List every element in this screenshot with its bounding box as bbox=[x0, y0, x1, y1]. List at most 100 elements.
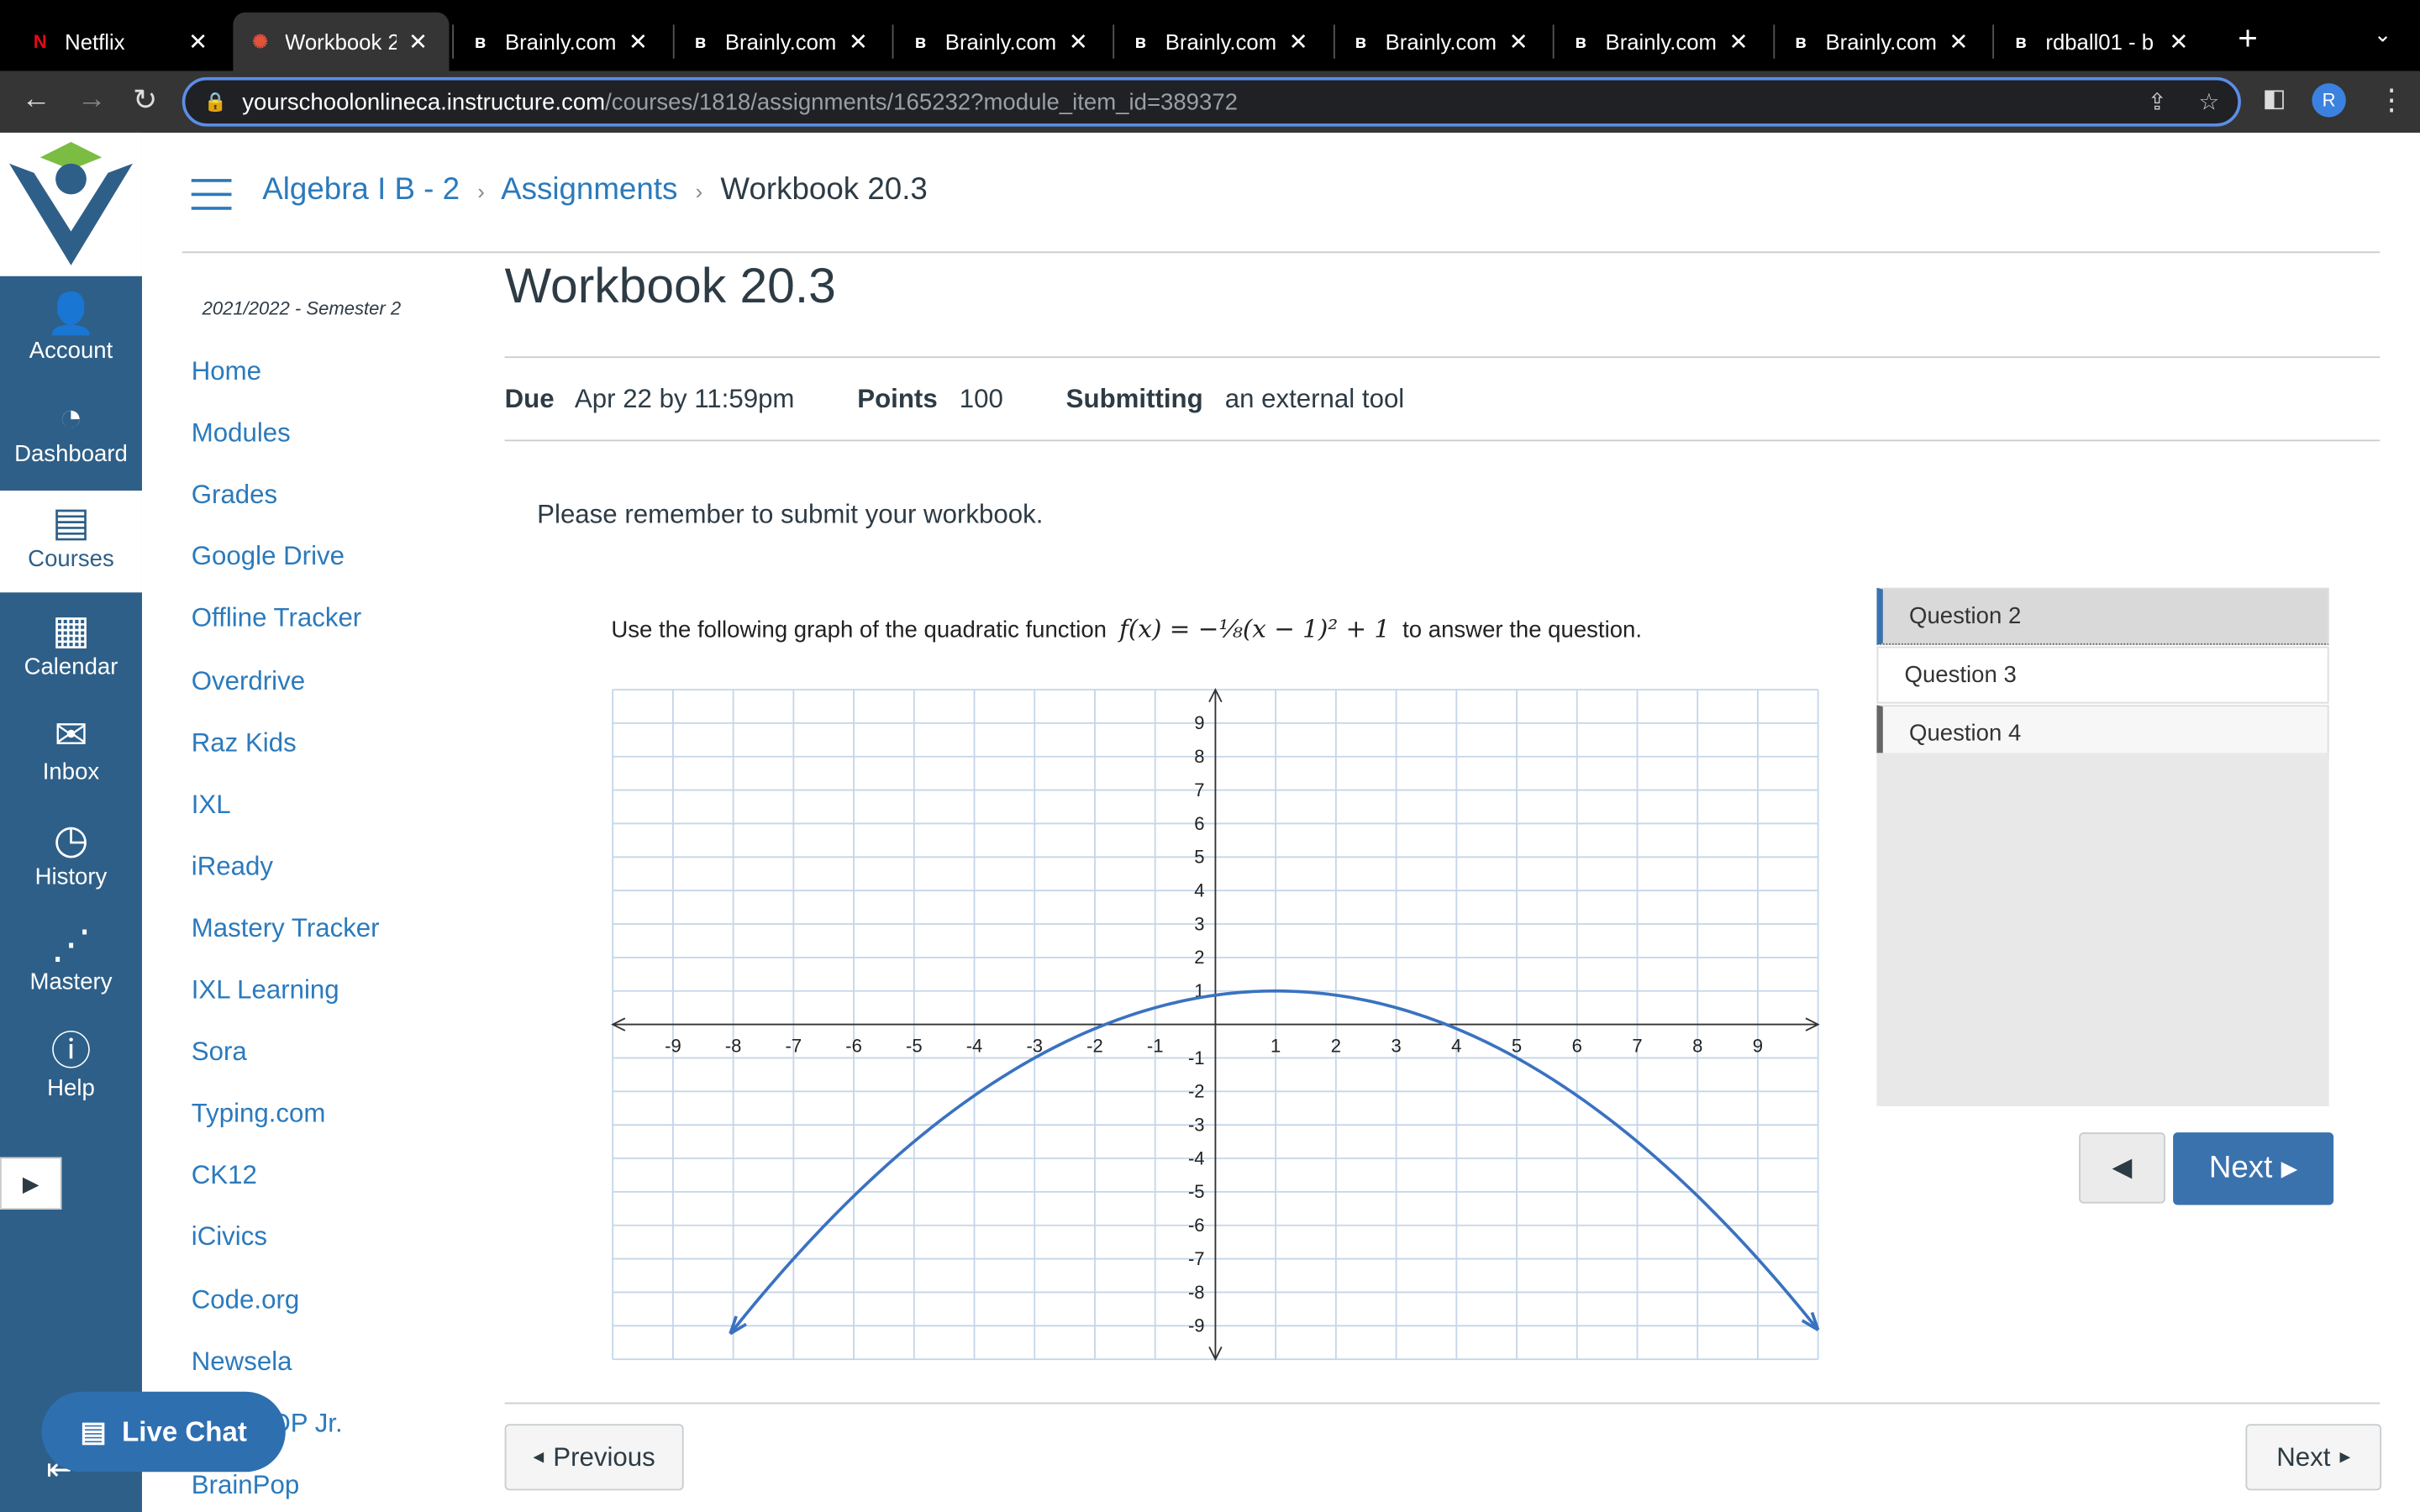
browser-tab[interactable]: ʙ rdball01 - b ✕ bbox=[1993, 13, 2209, 71]
browser-tab[interactable]: ʙ Brainly.com ✕ bbox=[1113, 13, 1328, 71]
global-nav-dashboard[interactable]: ◔ Dashboard bbox=[0, 386, 142, 487]
caret-left-icon: ◀ bbox=[2112, 1152, 2133, 1182]
close-tab-icon[interactable]: ✕ bbox=[408, 28, 428, 55]
tab-title: Brainly.com bbox=[504, 29, 617, 55]
course-nav-item[interactable]: Overdrive bbox=[192, 666, 305, 697]
global-nav-label: History bbox=[34, 864, 108, 890]
breadcrumb: Algebra I B - 2 › Assignments › Workbook… bbox=[262, 172, 928, 207]
mastery-icon: ⋰ bbox=[50, 921, 92, 968]
help-icon: ⓘ bbox=[50, 1027, 92, 1074]
x-tick-label: 5 bbox=[1512, 1036, 1522, 1057]
side-panel-icon[interactable]: ◧ bbox=[2263, 83, 2286, 114]
global-nav-label: Dashboard bbox=[14, 441, 128, 468]
new-tab-button[interactable]: + bbox=[2238, 18, 2258, 59]
school-logo[interactable] bbox=[0, 132, 142, 276]
global-nav-label: Courses bbox=[28, 546, 114, 573]
course-nav-item[interactable]: Raz Kids bbox=[192, 727, 297, 759]
tab-title: Brainly.com bbox=[1825, 29, 1937, 55]
close-tab-icon[interactable]: ✕ bbox=[188, 28, 208, 55]
course-nav-item[interactable]: Modules bbox=[192, 418, 291, 449]
tab-search-icon[interactable]: ⌄ bbox=[2374, 22, 2392, 48]
course-nav-item[interactable]: Grades bbox=[192, 480, 277, 512]
global-nav-mastery[interactable]: ⋰ Mastery bbox=[0, 913, 142, 1015]
question-item[interactable]: Question 3 bbox=[1876, 646, 2329, 704]
close-tab-icon[interactable]: ✕ bbox=[1289, 28, 1308, 55]
question-next-button[interactable]: Next ▶ bbox=[2173, 1132, 2334, 1205]
browser-tab[interactable]: ✺ Workbook 20.3 ✕ bbox=[232, 12, 449, 71]
close-tab-icon[interactable]: ✕ bbox=[1069, 28, 1088, 55]
close-tab-icon[interactable]: ✕ bbox=[849, 28, 868, 55]
browser-tab[interactable]: N Netflix ✕ bbox=[13, 13, 229, 71]
close-tab-icon[interactable]: ✕ bbox=[1509, 28, 1528, 55]
breadcrumb-course[interactable]: Algebra I B - 2 bbox=[262, 173, 460, 207]
x-tick-label: 6 bbox=[1572, 1036, 1582, 1057]
course-nav-item[interactable]: Mastery Tracker bbox=[192, 913, 380, 944]
course-nav-item[interactable]: Sora bbox=[192, 1037, 247, 1068]
course-nav-item[interactable]: iCivics bbox=[192, 1222, 267, 1253]
close-tab-icon[interactable]: ✕ bbox=[629, 28, 648, 55]
course-nav-item[interactable]: iReady bbox=[192, 852, 273, 883]
lock-icon: 🔒 bbox=[203, 91, 227, 113]
close-tab-icon[interactable]: ✕ bbox=[2169, 28, 2188, 55]
browser-tab[interactable]: ʙ Brainly.com ✕ bbox=[1553, 13, 1769, 71]
browser-tab[interactable]: ʙ Brainly.com ✕ bbox=[1333, 13, 1549, 71]
address-bar-row: ← → ↻ 🔒 yourschoolonlineca.instructure.c… bbox=[0, 71, 2420, 133]
global-nav-label: Account bbox=[29, 338, 113, 365]
assignment-description: Please remember to submit your workbook. bbox=[537, 500, 1044, 529]
course-nav-item[interactable]: IXL bbox=[192, 790, 231, 821]
y-tick-label: 6 bbox=[1194, 813, 1204, 834]
next-button[interactable]: Next ▶ bbox=[2245, 1424, 2382, 1491]
y-tick-label: 7 bbox=[1194, 780, 1204, 801]
forward-icon[interactable]: → bbox=[77, 83, 107, 117]
menu-kebab-icon[interactable]: ⋮ bbox=[2377, 83, 2407, 118]
chat-icon: ▤ bbox=[80, 1415, 107, 1446]
y-tick-label: -2 bbox=[1188, 1081, 1205, 1102]
global-nav-help[interactable]: ⓘ Help bbox=[0, 1020, 142, 1121]
browser-tab[interactable]: ʙ Brainly.com ✕ bbox=[1773, 13, 1989, 71]
share-icon[interactable]: ⇪ bbox=[2148, 88, 2167, 116]
y-tick-label: 8 bbox=[1194, 746, 1204, 767]
course-nav-item[interactable]: CK12 bbox=[192, 1161, 257, 1192]
course-nav-item[interactable]: BrainPop bbox=[192, 1470, 299, 1501]
bookmark-star-icon[interactable]: ☆ bbox=[2199, 88, 2220, 116]
breadcrumb-assignments[interactable]: Assignments bbox=[501, 173, 677, 207]
brainly-icon: ʙ bbox=[2015, 30, 2027, 53]
reload-icon[interactable]: ↻ bbox=[133, 83, 157, 118]
global-nav-inbox[interactable]: ✉ Inbox bbox=[0, 704, 142, 806]
x-tick-label: -7 bbox=[786, 1036, 802, 1057]
global-nav-history[interactable]: ◷ History bbox=[0, 808, 142, 910]
browser-tab[interactable]: ʙ Brainly.com ✕ bbox=[672, 13, 888, 71]
y-tick-label: -8 bbox=[1188, 1282, 1205, 1303]
global-nav-courses[interactable]: ▤ Courses bbox=[0, 491, 142, 593]
question-prev-button[interactable]: ◀ bbox=[2079, 1132, 2165, 1204]
tab-bar: N Netflix ✕ ✺ Workbook 20.3 ✕ ʙ Brainly.com ✕ ʙ Br… bbox=[0, 0, 2420, 71]
close-tab-icon[interactable]: ✕ bbox=[1949, 28, 1968, 55]
x-tick-label: 2 bbox=[1331, 1036, 1341, 1057]
close-tab-icon[interactable]: ✕ bbox=[1728, 28, 1748, 55]
course-nav-item[interactable]: Code.org bbox=[192, 1284, 299, 1315]
caret-right-icon: ▶ bbox=[2281, 1155, 2298, 1181]
question-item[interactable]: Question 2 bbox=[1876, 587, 2329, 645]
y-tick-label: 9 bbox=[1194, 712, 1204, 733]
course-nav-item[interactable]: Home bbox=[192, 356, 261, 387]
live-chat-button[interactable]: ▤ Live Chat bbox=[41, 1391, 286, 1473]
quadratic-graph: -9 -8 -7 -6 -5 -4 -3 -2 -1 1 2 3 4 5 6 7 8 9987654321-1-2… bbox=[611, 687, 1820, 1362]
tab-title: Brainly.com bbox=[724, 29, 837, 55]
global-nav-calendar[interactable]: ▦ Calendar bbox=[0, 599, 142, 701]
course-nav-item[interactable]: Google Drive bbox=[192, 542, 345, 573]
course-nav-item[interactable]: IXL Learning bbox=[192, 975, 339, 1006]
browser-tab[interactable]: ʙ Brainly.com ✕ bbox=[892, 13, 1108, 71]
hamburger-menu-icon[interactable] bbox=[191, 179, 232, 210]
back-icon[interactable]: ← bbox=[22, 83, 51, 117]
play-button[interactable]: ▶ bbox=[0, 1157, 62, 1210]
previous-button[interactable]: ◀ Previous bbox=[504, 1424, 684, 1491]
profile-avatar[interactable]: R bbox=[2312, 83, 2346, 118]
browser-tab[interactable]: ʙ Brainly.com ✕ bbox=[453, 13, 669, 71]
y-tick-label: 5 bbox=[1194, 847, 1204, 868]
y-tick-label: -5 bbox=[1188, 1181, 1205, 1202]
global-nav-account[interactable]: 👤 Account bbox=[0, 282, 142, 384]
course-nav-item[interactable]: Offline Tracker bbox=[192, 604, 361, 635]
course-nav-item[interactable]: Newsela bbox=[192, 1347, 292, 1378]
course-nav-item[interactable]: Typing.com bbox=[192, 1099, 326, 1130]
url-input[interactable]: 🔒 yourschoolonlineca.instructure.com/cou… bbox=[182, 76, 2241, 127]
